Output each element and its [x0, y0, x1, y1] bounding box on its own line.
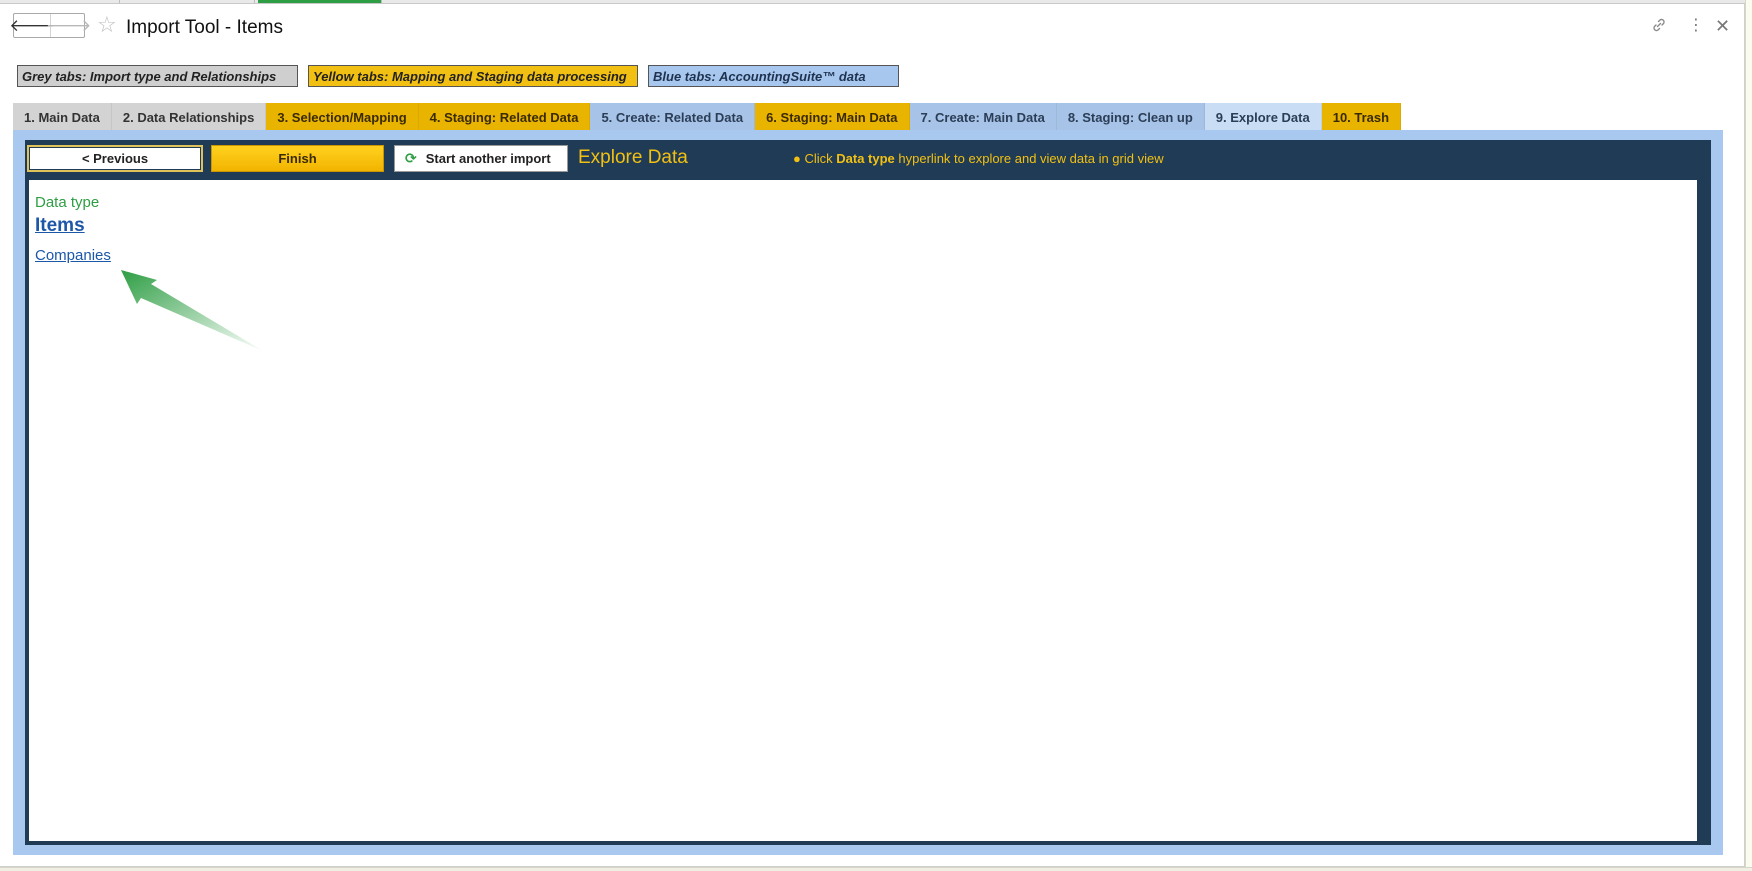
finish-button[interactable]: Finish [211, 145, 384, 172]
tab-main-data[interactable]: 1. Main Data [13, 103, 112, 130]
history-nav: 🡐 🡒 [9, 13, 91, 38]
app-root: 🡐 🡒 ☆ Import Tool - Items ⋮ ✕ Grey tabs:… [0, 0, 1752, 871]
link-icon[interactable] [1651, 17, 1667, 38]
tab-selection-mapping[interactable]: 3. Selection/Mapping [266, 103, 419, 130]
tab-explore-data[interactable]: 9. Explore Data [1204, 103, 1322, 130]
explore-data-panel: < Previous Finish ⟳ Start another import… [13, 130, 1723, 855]
right-gutter [1745, 0, 1752, 871]
import-tool-window: 🡐 🡒 ☆ Import Tool - Items ⋮ ✕ Grey tabs:… [0, 4, 1745, 867]
top-strip-segment [120, 0, 255, 3]
panel-title: Explore Data [578, 147, 688, 168]
tab-create-related-data[interactable]: 5. Create: Related Data [590, 103, 756, 130]
tab-staging-clean-up[interactable]: 8. Staging: Clean up [1056, 103, 1205, 130]
bottom-gutter [0, 867, 1752, 871]
arrow-right-icon: 🡒 [45, 15, 92, 35]
previous-button[interactable]: < Previous [27, 145, 203, 172]
tab-staging-related-data[interactable]: 4. Staging: Related Data [418, 103, 591, 130]
forward-button[interactable]: 🡒 [46, 14, 91, 37]
top-strip-segment [0, 0, 120, 3]
hint-prefix: ● Click [793, 151, 837, 166]
explore-data-frame: < Previous Finish ⟳ Start another import… [25, 140, 1711, 845]
start-another-import-label: Start another import [425, 151, 551, 166]
hint-bold: Data type [836, 151, 895, 166]
back-button[interactable]: 🡐 [9, 14, 55, 37]
hint-text: ● Click Data type hyperlink to explore a… [793, 151, 1164, 166]
window-title: Import Tool - Items [126, 17, 283, 38]
star-icon[interactable]: ☆ [97, 14, 117, 36]
data-type-list: Data type Items Companies [29, 180, 1697, 841]
tab-trash[interactable]: 10. Trash [1321, 103, 1402, 130]
close-icon[interactable]: ✕ [1715, 17, 1730, 35]
start-another-import-button[interactable]: ⟳ Start another import [394, 145, 568, 172]
wizard-tabs: 1. Main Data 2. Data Relationships 3. Se… [13, 103, 1402, 130]
refresh-icon: ⟳ [405, 150, 417, 166]
pointer-arrow-icon [121, 270, 265, 352]
top-strip-active-segment [258, 0, 382, 3]
hint-suffix: hyperlink to explore and view data in gr… [894, 151, 1164, 166]
tab-data-relationships[interactable]: 2. Data Relationships [111, 103, 267, 130]
tab-staging-main-data[interactable]: 6. Staging: Main Data [755, 103, 910, 130]
legend-blue: Blue tabs: AccountingSuite™ data [648, 65, 899, 87]
legend-grey: Grey tabs: Import type and Relationships [17, 65, 298, 87]
legend-yellow: Yellow tabs: Mapping and Staging data pr… [308, 65, 638, 87]
tab-create-main-data[interactable]: 7. Create: Main Data [909, 103, 1057, 130]
more-vertical-icon[interactable]: ⋮ [1688, 17, 1704, 35]
panel-toolbar: < Previous Finish ⟳ Start another import… [25, 140, 1711, 180]
